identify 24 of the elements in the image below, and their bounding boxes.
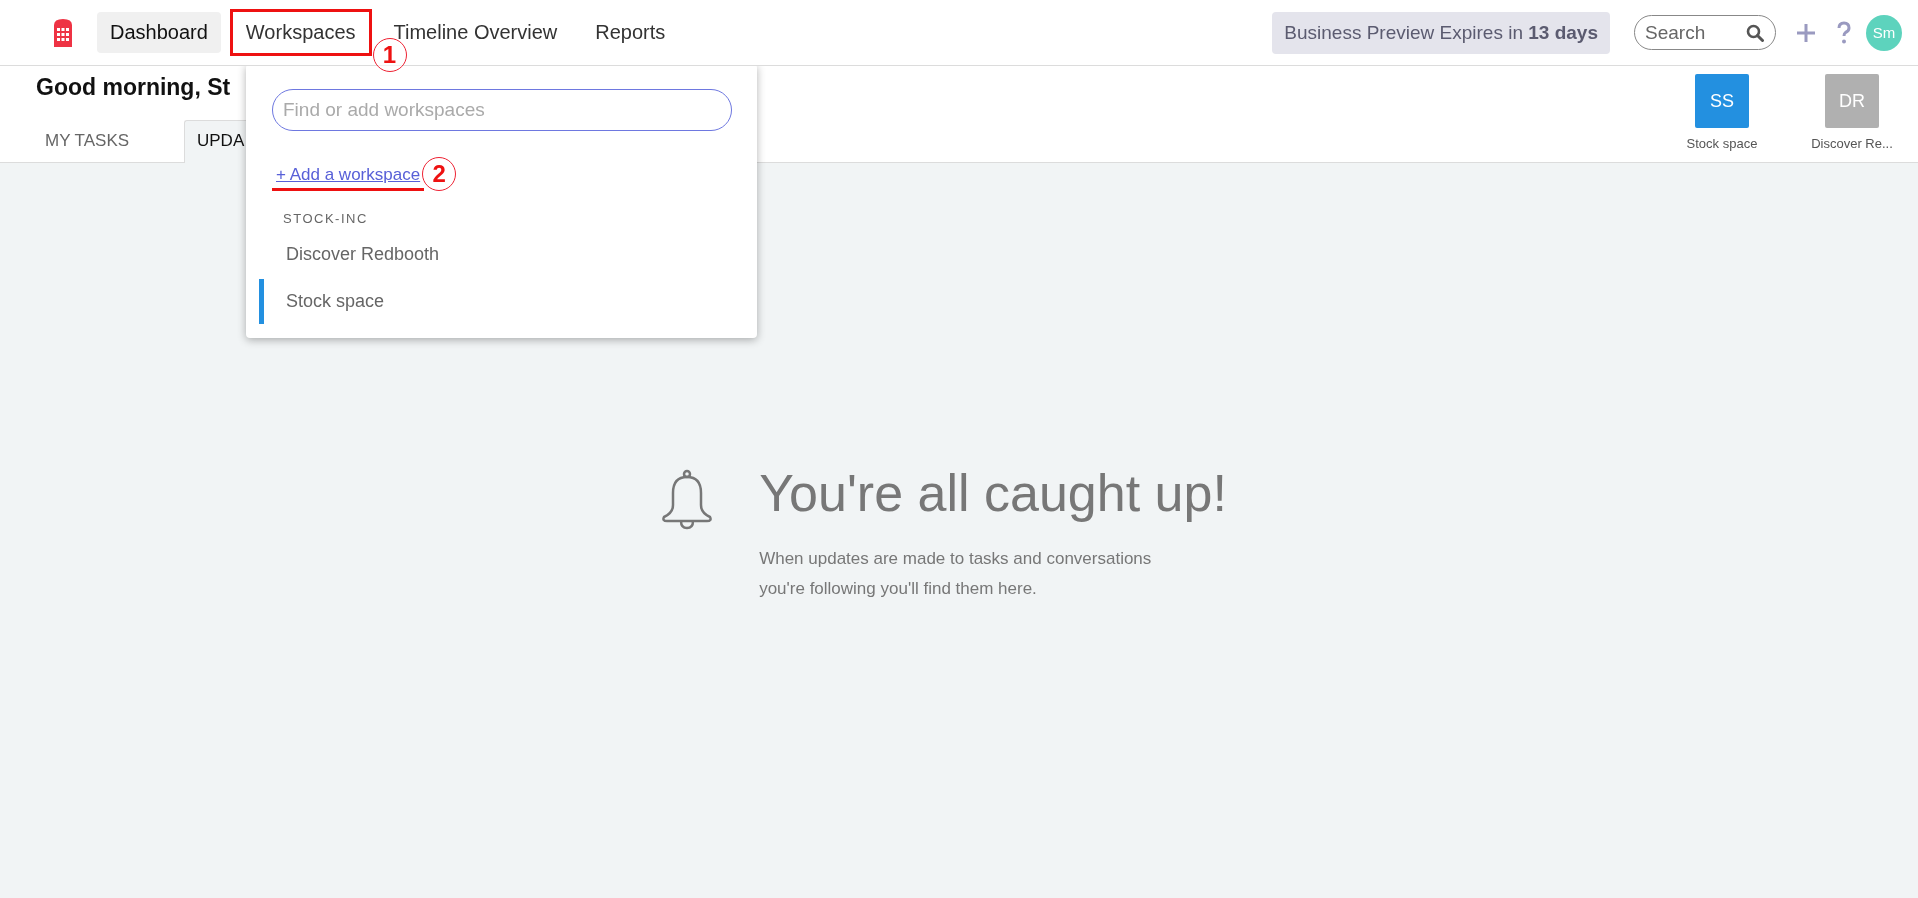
workspace-label: Stock space [1686,136,1758,151]
callout-number: 2 [422,157,457,191]
workspace-item[interactable]: Stock space [259,279,732,324]
nav-tab[interactable]: Dashboard [97,12,221,53]
workspace-tile[interactable]: SS [1695,74,1749,128]
tab[interactable]: MY TASKS [36,120,166,163]
greeting-heading: Good morning, St [36,74,231,101]
workspace-label: Discover Re... [1811,136,1893,151]
bell-icon [661,469,714,531]
search-icon[interactable] [1746,24,1764,42]
tab[interactable]: UPDA [184,120,246,163]
workspace-item[interactable]: Discover Redbooth [259,232,732,277]
empty-title: You're all caught up! [759,465,1227,523]
search-field[interactable]: Search [1634,15,1776,50]
help-icon[interactable] [1836,20,1852,45]
nav-tab[interactable]: Workspaces [232,12,369,53]
add-workspace-link[interactable]: + Add a workspace [276,165,421,185]
logo-icon[interactable] [51,16,75,49]
trial-badge: Business Preview Expires in 13 days [1272,11,1610,54]
workspace-search-field[interactable]: Find or add workspaces [272,89,732,131]
group-label: STOCK-INC [283,211,369,226]
empty-message: When updates are made to tasks and conversations you're following you'll find them here. [759,548,1153,601]
add-icon[interactable] [1796,22,1816,43]
nav-tab[interactable]: Reports [582,12,679,53]
